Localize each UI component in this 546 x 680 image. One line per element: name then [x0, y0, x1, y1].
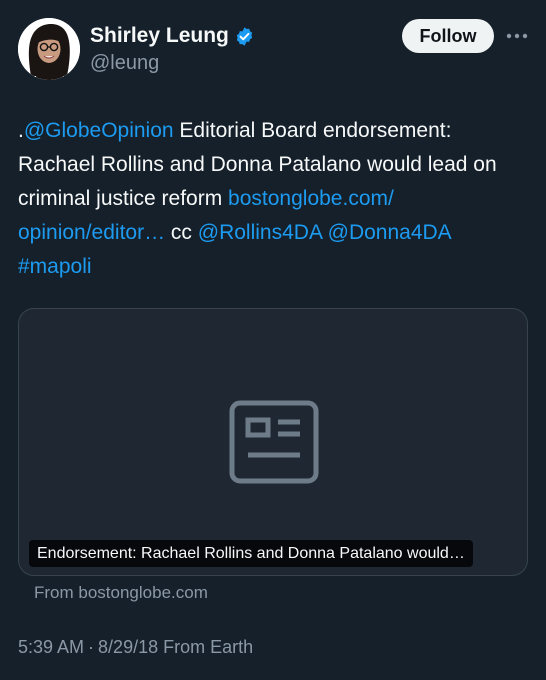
text-cc: cc: [165, 221, 198, 244]
tweet-time[interactable]: 5:39 AM: [18, 637, 84, 657]
tweet-header: Shirley Leung @leung Follow: [18, 18, 528, 80]
more-options-icon[interactable]: [504, 21, 530, 51]
card-source[interactable]: From bostonglobe.com: [34, 583, 208, 603]
name-row: Shirley Leung: [90, 22, 255, 50]
tweet-date[interactable]: 8/29/18: [98, 637, 158, 657]
meta-separator: ·: [88, 637, 95, 657]
tweet-metadata: 5:39 AM · 8/29/18 From Earth: [18, 637, 253, 658]
verified-badge-icon: [234, 26, 255, 47]
tweet-text: .@GlobeOpinion Editorial Board endorseme…: [18, 114, 532, 284]
follow-button[interactable]: Follow: [402, 19, 494, 53]
hashtag-mapoli[interactable]: #mapoli: [18, 255, 92, 278]
display-name[interactable]: Shirley Leung: [90, 24, 229, 48]
mention-rollins4da[interactable]: @Rollins4DA: [198, 221, 322, 244]
card-title: Endorsement: Rachael Rollins and Donna P…: [29, 540, 473, 567]
article-icon: [229, 400, 319, 484]
avatar-photo: [18, 18, 80, 80]
link-preview-card[interactable]: Endorsement: Rachael Rollins and Donna P…: [18, 308, 528, 576]
mention-globeopinion[interactable]: @GlobeOpinion: [24, 119, 174, 142]
tweet: Shirley Leung @leung Follow .@GlobeOpini…: [0, 0, 546, 680]
mention-donna4da[interactable]: @Donna4DA: [328, 221, 452, 244]
tweet-location: From Earth: [163, 637, 254, 657]
user-handle[interactable]: @leung: [90, 52, 255, 75]
user-info: Shirley Leung @leung: [90, 22, 255, 75]
avatar[interactable]: [18, 18, 80, 80]
